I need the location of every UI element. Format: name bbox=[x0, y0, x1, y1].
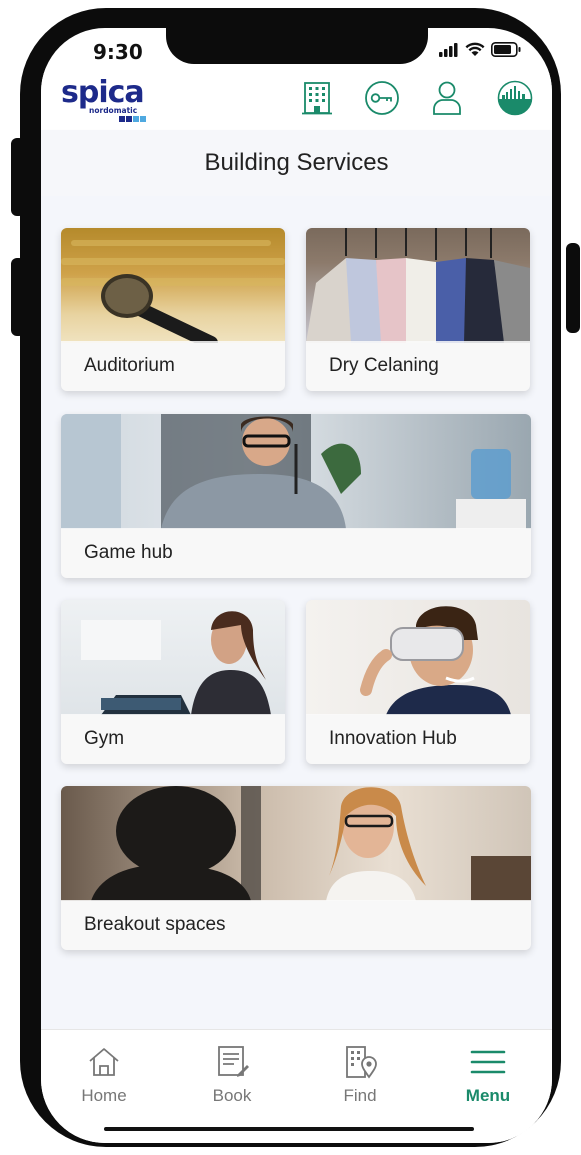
app-header: spica nordomatic bbox=[41, 68, 552, 130]
tile-gym[interactable]: Gym bbox=[61, 600, 285, 764]
dry-cleaning-image bbox=[306, 228, 530, 343]
game-hub-image bbox=[61, 414, 531, 529]
nav-label: Find bbox=[343, 1086, 377, 1105]
tile-label: Game hub bbox=[84, 542, 173, 563]
building-icon[interactable] bbox=[299, 80, 335, 116]
tile-label: Gym bbox=[84, 728, 125, 749]
wifi-icon bbox=[465, 42, 485, 56]
tile-breakout-spaces[interactable]: Breakout spaces bbox=[61, 786, 531, 950]
menu-icon bbox=[470, 1050, 506, 1074]
gym-image bbox=[61, 600, 285, 715]
title-bar: Building Services bbox=[41, 130, 552, 196]
home-indicator[interactable] bbox=[104, 1127, 474, 1131]
nav-book[interactable]: Book bbox=[182, 1044, 282, 1114]
status-time: 9:30 bbox=[93, 40, 143, 64]
services-grid: Auditorium Dry Celaning Game hub Gym Inn… bbox=[41, 196, 552, 1029]
logo-subtitle: nordomatic bbox=[89, 106, 138, 115]
bottom-nav: Home Book Find Menu bbox=[41, 1029, 552, 1143]
key-icon[interactable] bbox=[364, 80, 400, 116]
user-icon[interactable] bbox=[429, 80, 465, 116]
logo-wordmark: spica bbox=[61, 75, 145, 110]
nav-home[interactable]: Home bbox=[54, 1044, 154, 1114]
innovation-hub-image bbox=[306, 600, 530, 715]
signal-icon bbox=[439, 42, 458, 57]
status-icons bbox=[439, 42, 521, 57]
find-icon bbox=[346, 1046, 377, 1079]
spica-logo[interactable]: spica nordomatic bbox=[61, 78, 147, 124]
nav-label: Book bbox=[212, 1086, 252, 1105]
nav-find[interactable]: Find bbox=[310, 1044, 410, 1114]
notch bbox=[166, 28, 428, 64]
nav-label: Home bbox=[81, 1086, 127, 1105]
home-icon bbox=[89, 1048, 119, 1076]
book-icon bbox=[218, 1046, 249, 1077]
tile-label: Dry Celaning bbox=[329, 355, 439, 376]
tile-auditorium[interactable]: Auditorium bbox=[61, 228, 285, 391]
skyline-icon[interactable] bbox=[497, 80, 533, 116]
nav-menu[interactable]: Menu bbox=[438, 1044, 538, 1114]
tile-dry-cleaning[interactable]: Dry Celaning bbox=[306, 228, 530, 391]
power-button bbox=[566, 243, 580, 333]
tile-label: Breakout spaces bbox=[84, 914, 226, 935]
tile-label: Innovation Hub bbox=[329, 728, 457, 749]
auditorium-image bbox=[61, 228, 285, 350]
tile-label: Auditorium bbox=[84, 355, 175, 376]
battery-icon bbox=[491, 42, 521, 57]
nav-label: Menu bbox=[465, 1086, 511, 1105]
logo-squares bbox=[119, 116, 146, 122]
breakout-spaces-image bbox=[61, 786, 531, 901]
tile-innovation-hub[interactable]: Innovation Hub bbox=[306, 600, 530, 764]
app-screen: 9:30 spica nordomatic Building Services … bbox=[41, 28, 552, 1143]
page-title: Building Services bbox=[204, 149, 389, 176]
tile-game-hub[interactable]: Game hub bbox=[61, 414, 531, 578]
